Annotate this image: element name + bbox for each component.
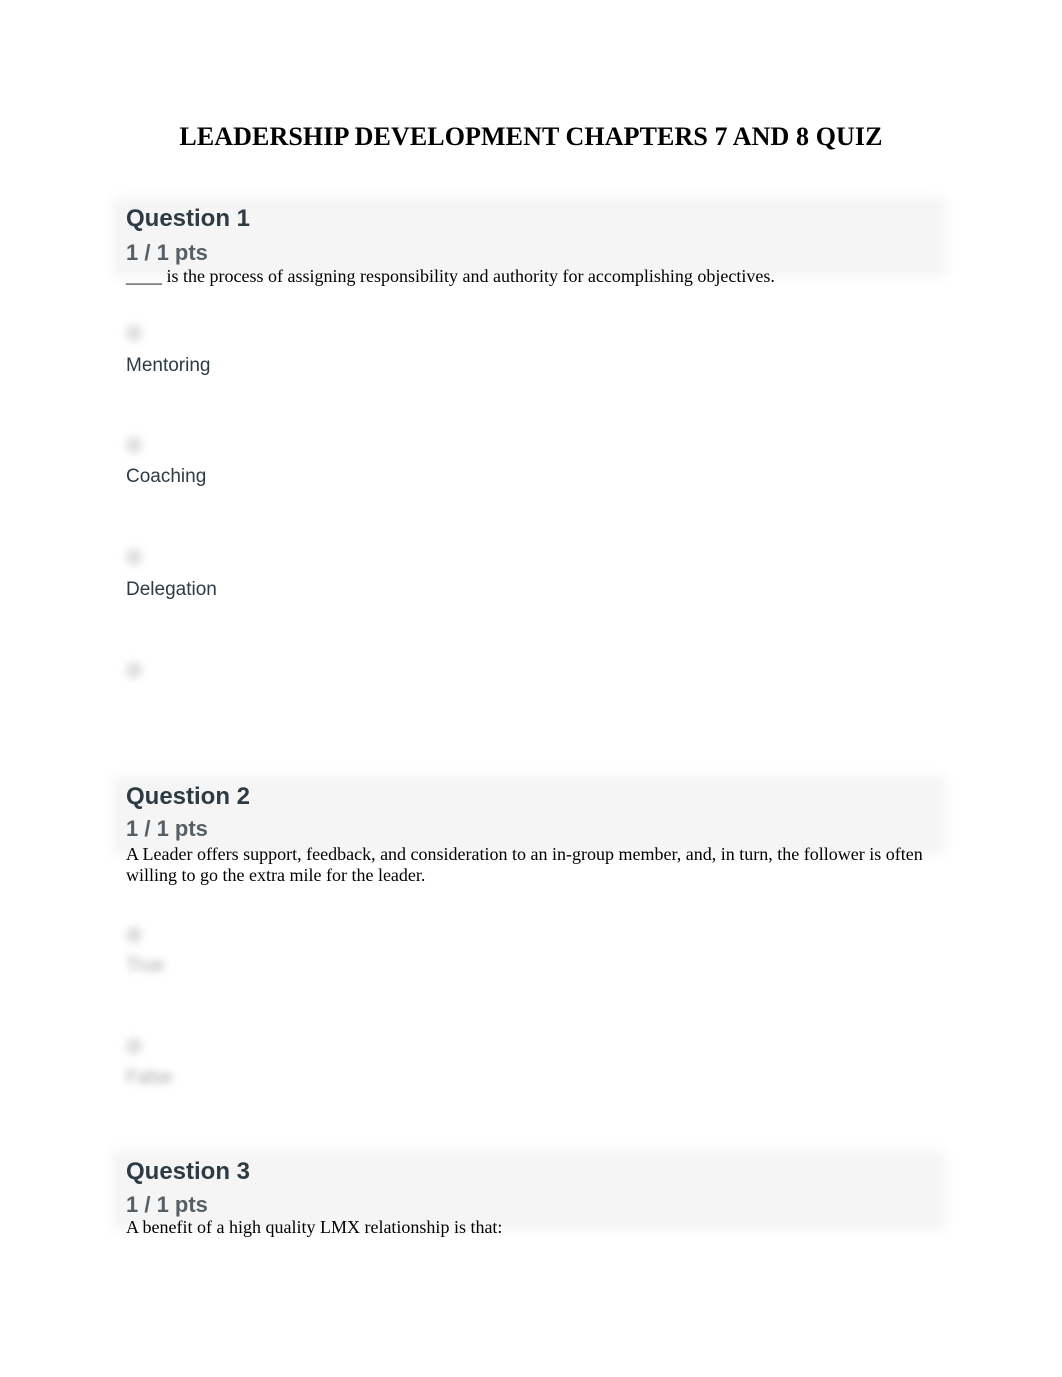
question-points: 1 / 1 pts [126,240,208,265]
document-title: LEADERSHIP DEVELOPMENT CHAPTERS 7 AND 8 … [179,122,883,151]
question-title: Question 1 [126,205,251,232]
question-points: 1 / 1 pts [126,1192,208,1217]
radio-icon[interactable] [126,549,142,565]
question-text: A benefit of a high quality LMX relation… [126,1217,503,1237]
answer-option[interactable]: Delegation [126,579,217,601]
question-points: 1 / 1 pts [126,816,208,841]
radio-icon[interactable] [126,325,142,341]
question-text: ____ is the process of assigning respons… [126,266,775,286]
answer-option[interactable]: Mentoring [126,355,211,377]
answer-option[interactable]: Coaching [126,466,206,488]
radio-icon[interactable] [126,927,142,943]
answer-option[interactable]: True [126,955,164,977]
radio-icon[interactable] [126,1038,142,1054]
question-title: Question 2 [126,783,251,810]
answer-option[interactable]: False [126,1067,172,1089]
question-text: A Leader offers support, feedback, and c… [126,844,923,885]
question-title: Question 3 [126,1158,251,1185]
radio-icon[interactable] [126,662,142,678]
radio-icon[interactable] [126,437,142,453]
